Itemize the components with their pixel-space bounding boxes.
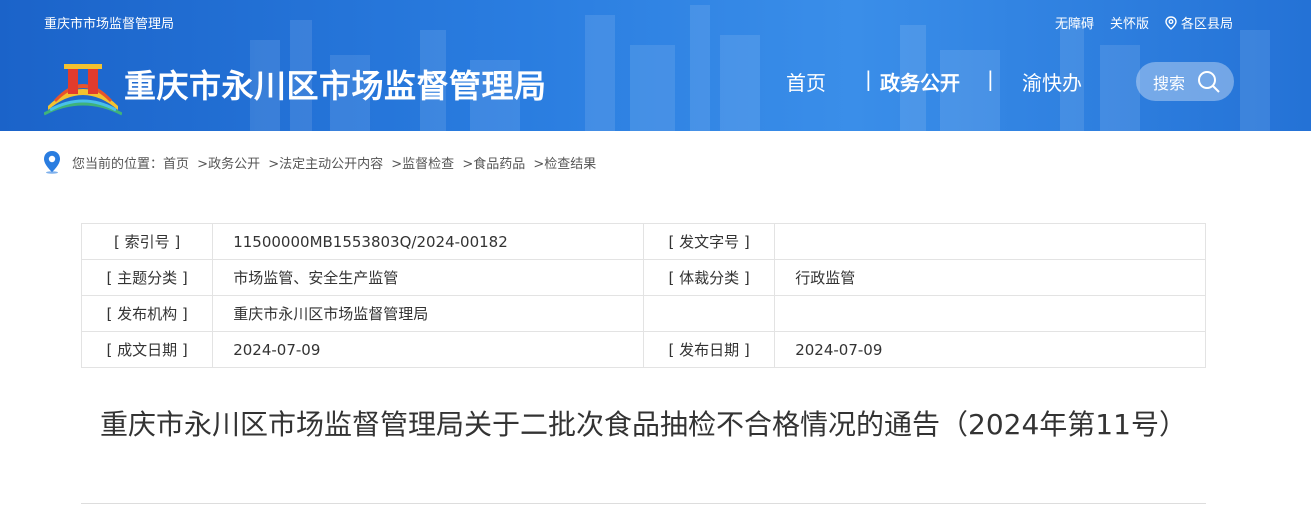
table-row: [ 成文日期 ] 2024-07-09 [ 发布日期 ] 2024-07-09 bbox=[80, 331, 1206, 368]
article-title: 重庆市永川区市场监督管理局关于二批次食品抽检不合格情况的通告（2024年第11号… bbox=[100, 408, 1187, 441]
parent-site-link[interactable]: 重庆市市场监督管理局 bbox=[44, 13, 174, 32]
main-nav: 首页 | 政务公开 | 渝快办 bbox=[0, 67, 1311, 97]
empty-cell bbox=[774, 295, 1206, 332]
site-header: 重庆市市场监督管理局 无障碍 关怀版 各区县局 重庆市永川区市场监督管理局 首页… bbox=[0, 0, 1311, 131]
elderly-mode-link[interactable]: 关怀版 bbox=[1110, 13, 1149, 32]
breadcrumb-results[interactable]: >检查结果 bbox=[533, 157, 596, 172]
publisher-value: 重庆市永川区市场监督管理局 bbox=[212, 295, 644, 332]
topic-value: 市场监管、安全生产监管 bbox=[212, 259, 644, 296]
nav-home[interactable]: 首页 bbox=[786, 67, 826, 96]
breadcrumb-home[interactable]: 首页 bbox=[163, 157, 189, 172]
nav-gov-affairs[interactable]: 政务公开 bbox=[880, 67, 960, 96]
top-links: 无障碍 关怀版 各区县局 bbox=[1055, 13, 1233, 32]
breadcrumb-items: 首页 >政务公开 >法定主动公开内容 >监督检查 >食品药品 >检查结果 bbox=[163, 153, 600, 172]
written-date-value: 2024-07-09 bbox=[212, 331, 644, 368]
empty-cell bbox=[642, 295, 776, 332]
breadcrumb: 您当前的位置： 首页 >政务公开 >法定主动公开内容 >监督检查 >食品药品 >… bbox=[42, 150, 600, 174]
table-row: [ 发布机构 ] 重庆市永川区市场监督管理局 bbox=[80, 295, 1206, 332]
document-info-table: [ 索引号 ] 11500000MB1553803Q/2024-00182 [ … bbox=[80, 223, 1206, 368]
regions-link[interactable]: 各区县局 bbox=[1165, 13, 1233, 32]
genre-value: 行政监管 bbox=[774, 259, 1206, 296]
search-button[interactable]: 搜索 bbox=[1136, 62, 1234, 101]
nav-separator: | bbox=[987, 67, 994, 91]
title-divider bbox=[81, 503, 1206, 504]
nav-separator: | bbox=[865, 67, 872, 91]
index-number-value: 11500000MB1553803Q/2024-00182 bbox=[212, 223, 644, 260]
regions-label: 各区县局 bbox=[1180, 17, 1233, 32]
nav-yukuaiban[interactable]: 渝快办 bbox=[1022, 67, 1084, 96]
index-number-label: [ 索引号 ] bbox=[80, 223, 214, 260]
publish-date-label: [ 发布日期 ] bbox=[642, 331, 776, 368]
breadcrumb-prefix: 您当前的位置： bbox=[72, 156, 164, 172]
location-pin-icon bbox=[1165, 15, 1177, 30]
written-date-label: [ 成文日期 ] bbox=[80, 331, 214, 368]
genre-label: [ 体裁分类 ] bbox=[642, 259, 776, 296]
accessibility-link[interactable]: 无障碍 bbox=[1055, 13, 1094, 32]
search-label: 搜索 bbox=[1153, 73, 1186, 93]
table-row: [ 索引号 ] 11500000MB1553803Q/2024-00182 [ … bbox=[80, 223, 1206, 260]
publish-date-value: 2024-07-09 bbox=[774, 331, 1206, 368]
location-pin-icon bbox=[44, 151, 60, 174]
document-number-value bbox=[774, 223, 1206, 260]
breadcrumb-legal-disclosure[interactable]: >法定主动公开内容 bbox=[268, 157, 383, 172]
breadcrumb-food-drugs[interactable]: >食品药品 bbox=[462, 157, 525, 172]
breadcrumb-supervision[interactable]: >监督检查 bbox=[391, 157, 454, 172]
publisher-label: [ 发布机构 ] bbox=[80, 295, 214, 332]
breadcrumb-gov-affairs[interactable]: >政务公开 bbox=[197, 157, 260, 172]
document-number-label: [ 发文字号 ] bbox=[642, 223, 776, 260]
table-row: [ 主题分类 ] 市场监管、安全生产监管 [ 体裁分类 ] 行政监管 bbox=[80, 259, 1206, 296]
search-icon bbox=[1198, 71, 1220, 93]
topic-label: [ 主题分类 ] bbox=[80, 259, 214, 296]
